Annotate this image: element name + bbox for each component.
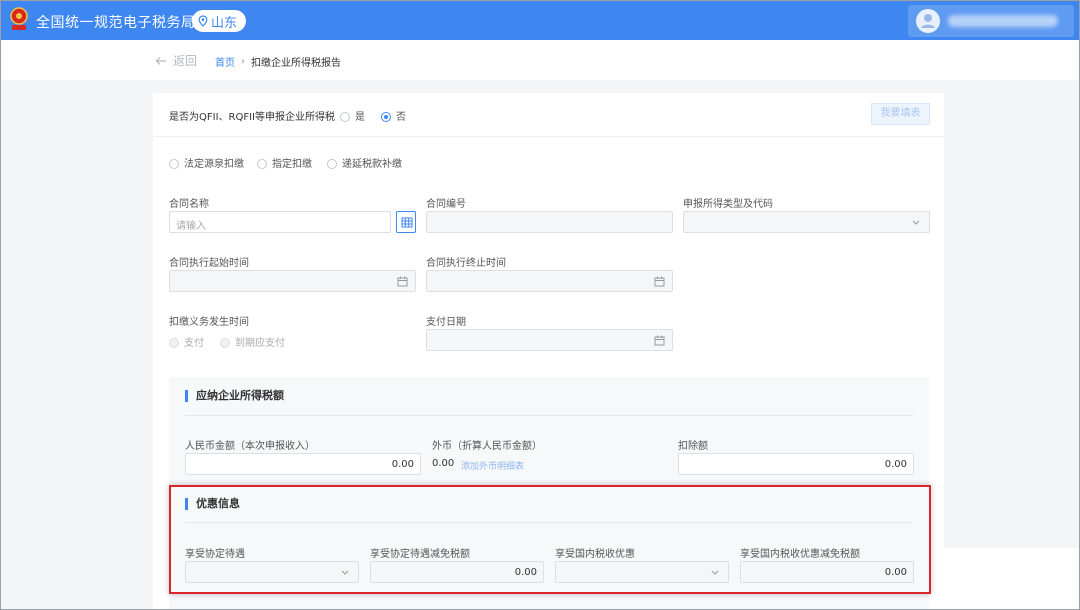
rmb-amount-input[interactable]: 0.00	[185, 453, 421, 475]
chevron-down-icon	[912, 220, 920, 225]
withholding-type-designated[interactable]: 指定扣缴	[257, 155, 312, 170]
foreign-currency-label: 外币（折算人民币金额）	[432, 441, 542, 452]
qfii-option-no[interactable]: 否	[381, 108, 406, 123]
start-date-picker[interactable]	[169, 270, 416, 292]
obligation-time-label: 扣缴义务发生时间	[169, 317, 249, 328]
income-type-label: 申报所得类型及代码	[683, 199, 773, 210]
pay-date-picker[interactable]	[426, 329, 673, 351]
obligation-option-label: 到期应支付	[235, 338, 285, 349]
obligation-option-due[interactable]: 到期应支付	[220, 334, 285, 349]
location-pin-icon	[198, 15, 208, 27]
contract-name-label: 合同名称	[169, 199, 209, 210]
tax-emblem-icon	[10, 7, 28, 30]
avatar[interactable]	[916, 9, 940, 33]
breadcrumb-bar: 返回 首页 › 扣缴企业所得税报告	[0, 40, 1080, 80]
region-selector[interactable]: 山东	[192, 10, 247, 32]
rmb-amount-label: 人民币金额（本次申报收入）	[185, 441, 315, 452]
tax-section-title: 应纳企业所得税额	[185, 390, 284, 402]
back-button[interactable]: 返回	[155, 52, 197, 69]
region-name: 山东	[211, 15, 238, 31]
contract-no-label: 合同编号	[426, 199, 466, 210]
contract-picker-button[interactable]	[396, 211, 416, 233]
radio-disabled-icon[interactable]	[220, 338, 230, 348]
grid-table-icon	[401, 217, 413, 228]
qfii-question: 是否为QFII、RQFII等申报企业所得税	[169, 112, 335, 123]
obligation-option-label: 支付	[184, 338, 204, 349]
fill-form-button[interactable]: 我要填表	[871, 103, 930, 125]
radio-icon[interactable]	[340, 112, 350, 122]
start-date-label: 合同执行起始时间	[169, 258, 249, 269]
deduction-label: 扣除额	[678, 441, 708, 452]
rmb-amount-value: 0.00	[391, 459, 414, 470]
deduction-input[interactable]: 0.00	[678, 453, 914, 475]
user-name-blurred	[948, 15, 1058, 27]
radio-icon[interactable]	[257, 159, 267, 169]
breadcrumb-home[interactable]: 首页	[215, 54, 235, 69]
radio-disabled-icon[interactable]	[169, 338, 179, 348]
withholding-type-statutory[interactable]: 法定源泉扣缴	[169, 155, 244, 170]
calendar-icon	[397, 276, 408, 287]
calendar-icon	[654, 335, 665, 346]
calendar-icon	[654, 276, 665, 287]
add-foreign-currency-link[interactable]: 添加外币明细表	[461, 459, 524, 472]
qfii-option-yes[interactable]: 是	[340, 108, 365, 123]
user-icon	[921, 14, 935, 28]
deduction-value: 0.00	[884, 459, 907, 470]
withholding-type-label: 指定扣缴	[272, 159, 312, 170]
end-date-picker[interactable]	[426, 270, 673, 292]
back-label: 返回	[173, 54, 198, 68]
end-date-label: 合同执行终止时间	[426, 258, 506, 269]
income-type-select[interactable]	[683, 211, 930, 233]
breadcrumb-separator-icon: ›	[241, 56, 245, 67]
contract-name-input[interactable]: 请输入	[169, 211, 391, 233]
user-menu[interactable]	[908, 5, 1074, 37]
withholding-type-deferred[interactable]: 递延税款补缴	[327, 155, 402, 170]
qfii-option-no-label: 否	[396, 112, 406, 123]
contract-no-input[interactable]	[426, 211, 673, 233]
withholding-type-label: 法定源泉扣缴	[184, 159, 244, 170]
breadcrumb: 首页 › 扣缴企业所得税报告	[215, 54, 341, 69]
radio-checked-icon[interactable]	[381, 112, 391, 122]
radio-icon[interactable]	[169, 159, 179, 169]
pay-date-label: 支付日期	[426, 317, 466, 328]
qfii-option-yes-label: 是	[355, 112, 365, 123]
foreign-currency-value: 0.00	[432, 458, 455, 469]
highlight-box	[169, 485, 931, 594]
qfii-row: 是否为QFII、RQFII等申报企业所得税 是 否 我要填表	[153, 93, 944, 137]
top-bar: 全国统一规范电子税务局 山东	[0, 0, 1080, 40]
withholding-type-label: 递延税款补缴	[342, 159, 402, 170]
contract-name-placeholder: 请输入	[176, 221, 206, 232]
breadcrumb-current: 扣缴企业所得税报告	[251, 58, 341, 69]
page-background-block	[944, 548, 1080, 610]
divider	[185, 415, 913, 416]
obligation-option-pay[interactable]: 支付	[169, 334, 204, 349]
app-title: 全国统一规范电子税务局	[36, 15, 196, 31]
arrow-left-icon	[155, 56, 166, 65]
radio-icon[interactable]	[327, 159, 337, 169]
